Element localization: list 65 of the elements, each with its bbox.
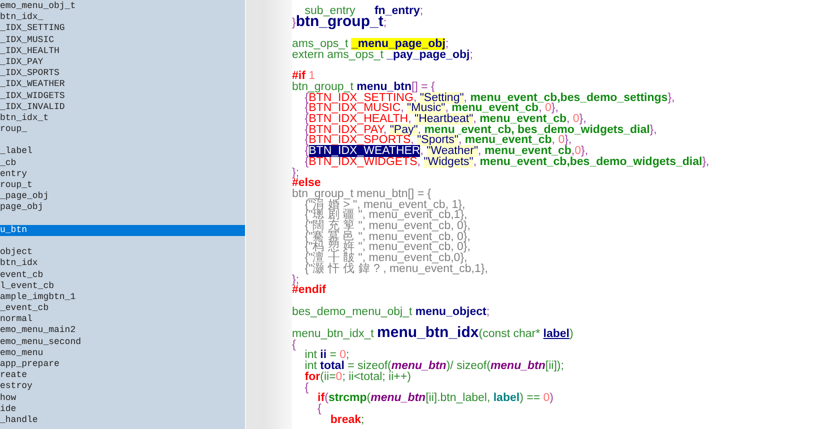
code-line: break; [329,414,364,426]
symbol-list-item[interactable]: how [0,392,245,404]
symbol-list-item[interactable]: normal [0,314,245,326]
code-line: { [304,382,309,394]
code-line: ams_ops_t _menu_page_obj; [292,39,449,50]
code-line: }; [292,168,300,178]
symbol-list-item[interactable]: _label [0,135,245,158]
symbol-list-item[interactable]: _page_obj [0,191,245,202]
symbol-list-item[interactable]: page_obj [0,202,245,214]
code-line: { [316,404,322,415]
symbol-list-item[interactable]: _IDX_WEATHER [0,79,245,90]
symbol-list-item[interactable]: roup_ [0,124,245,136]
code-line: {BTN_IDX_WIDGETS, "Widgets", menu_event_cb,bes_demo_widgets_dial}, [304,156,710,168]
code-line: #if 1 [292,71,316,82]
symbol-list-item[interactable]: emo_menu_obj_t [0,1,245,12]
symbol-list-item[interactable]: reate [0,370,245,382]
code-line: #endif [292,285,326,296]
symbol-list-item[interactable]: app_prepare [0,359,245,370]
code-line: btn_group_t menu_btn[] = { [292,188,432,200]
symbol-list-item[interactable]: btn_idx_t [0,112,245,124]
code-line: {"澶 ╂ 皵 ", menu_event_cb,0}, [304,253,468,264]
symbol-list-item[interactable]: _event_cb [0,303,245,314]
symbol-list-item[interactable]: emo_menu_second [0,336,245,348]
symbol-list-item[interactable]: entry [0,168,245,180]
code-line: {BTN_IDX_MUSIC, "Music", menu_event_cb, 0}, [304,103,558,114]
symbol-list-item[interactable]: _IDX_INVALID [0,102,245,113]
scrollbar[interactable] [245,0,262,429]
symbol-list-item[interactable]: _IDX_HEALTH [0,46,245,57]
code-line: }; [292,274,300,286]
code-line: {"灏 忓 伐 鍏 ? , menu_event_cb,1}, [304,264,488,275]
code-line: {BTN_IDX_SPORTS, "Sports", menu_event_cb, 0}, [304,135,572,146]
code-line: {BTN_IDX_WEATHER, "Weather", menu_event_cb,0}, [304,146,588,157]
symbol-list-item[interactable]: object [0,236,245,258]
symbol-list-item[interactable]: event_cb [0,270,245,281]
symbol-list-item[interactable]: _IDX_WIDGETS [0,90,245,102]
code-line: menu_btn_idx_t menu_btn_idx(const char* label) [292,328,574,340]
code-line: int ii = 0; [304,350,350,362]
symbol-list-item[interactable]: l_event_cb [0,280,245,292]
code-line: }btn_group_t; [292,16,387,28]
symbol-list-item[interactable]: _IDX_SPORTS [0,68,245,80]
symbol-list-item[interactable]: estroy [0,381,245,393]
code-line: {"闊 充 箰 ", menu_event_cb, 0}, [304,221,470,232]
code-line: #else [292,178,321,189]
code-line: sub_entry fn_entry; [304,6,424,17]
code-line: if(strcmp(menu_btn[ii].btn_label, label) == 0) [316,393,554,404]
code-line: for(ii=0; ii<total; ii++) [304,372,411,383]
symbol-list-item[interactable]: btn_idx_ [0,12,245,24]
symbol-list-item[interactable]: btn_idx [0,258,245,270]
symbol-list-item[interactable]: _IDX_SETTING [0,23,245,35]
symbol-list-item[interactable]: roup_t [0,180,245,192]
code-line: bes_demo_menu_obj_t menu_object; [292,306,490,318]
symbol-list-item[interactable]: _IDX_PAY [0,56,245,68]
code-line: extern ams_ops_t _pay_page_obj; [292,50,473,60]
symbol-list-item[interactable]: emo_menu_main2 [0,325,245,337]
symbol-list-item[interactable]: _handle [0,414,245,426]
symbol-list-item[interactable]: _IDX_MUSIC [0,34,245,46]
symbol-list-item[interactable]: ide [0,404,245,415]
symbol-list-item[interactable]: u_btn [0,224,245,236]
symbol-list-item[interactable]: ample_imgbtn_1 [0,292,245,304]
code-line: int total = sizeof(menu_btn)/ sizeof(menu_btn[ii]); [304,361,564,372]
symbol-list-item[interactable]: _cb [0,158,245,169]
code-line: {BTN_IDX_HEALTH, "Heartbeat", menu_event_cb, 0}, [304,114,586,125]
symbol-list-item[interactable]: emo_menu [0,348,245,360]
code-line: { [292,340,296,350]
code-line: {"騫 冪 邑 ", menu_event_cb, 0}, [304,232,470,242]
